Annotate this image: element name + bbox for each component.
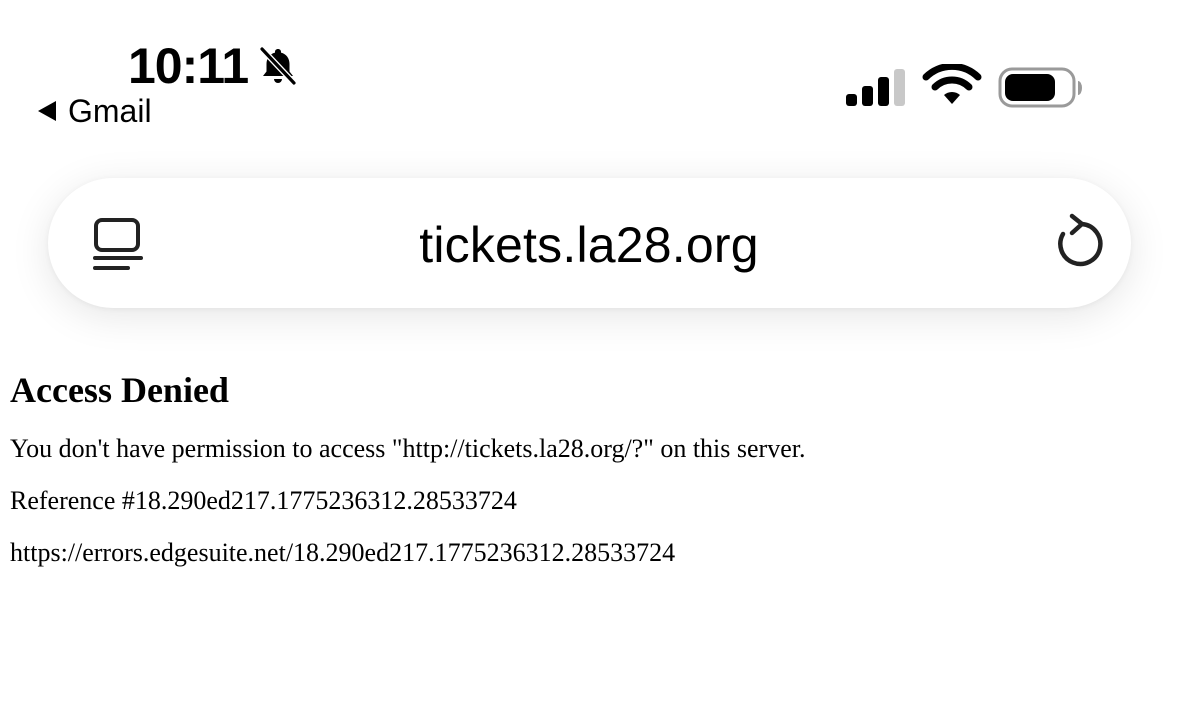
back-app-label: Gmail (68, 93, 152, 129)
url-text[interactable]: tickets.la28.org (0, 215, 1178, 275)
status-time: 10:11 (128, 38, 249, 94)
reference-number: Reference #18.290ed217.1775236312.285337… (10, 486, 517, 515)
back-to-app-button[interactable]: Gmail (36, 92, 152, 130)
page-title: Access Denied (10, 370, 229, 410)
error-url: https://errors.edgesuite.net/18.290ed217… (10, 538, 676, 567)
reload-icon[interactable] (1050, 212, 1106, 272)
battery-icon (998, 67, 1082, 108)
wifi-icon (922, 64, 982, 104)
back-triangle-icon (38, 101, 56, 121)
page-content: Access Denied You don't have permission … (10, 368, 1160, 590)
cellular-signal-icon (846, 69, 905, 106)
status-bar: 10:11 Gmail (0, 0, 1178, 140)
bell-slash-icon (259, 46, 297, 86)
error-message: You don't have permission to access "htt… (10, 434, 806, 463)
